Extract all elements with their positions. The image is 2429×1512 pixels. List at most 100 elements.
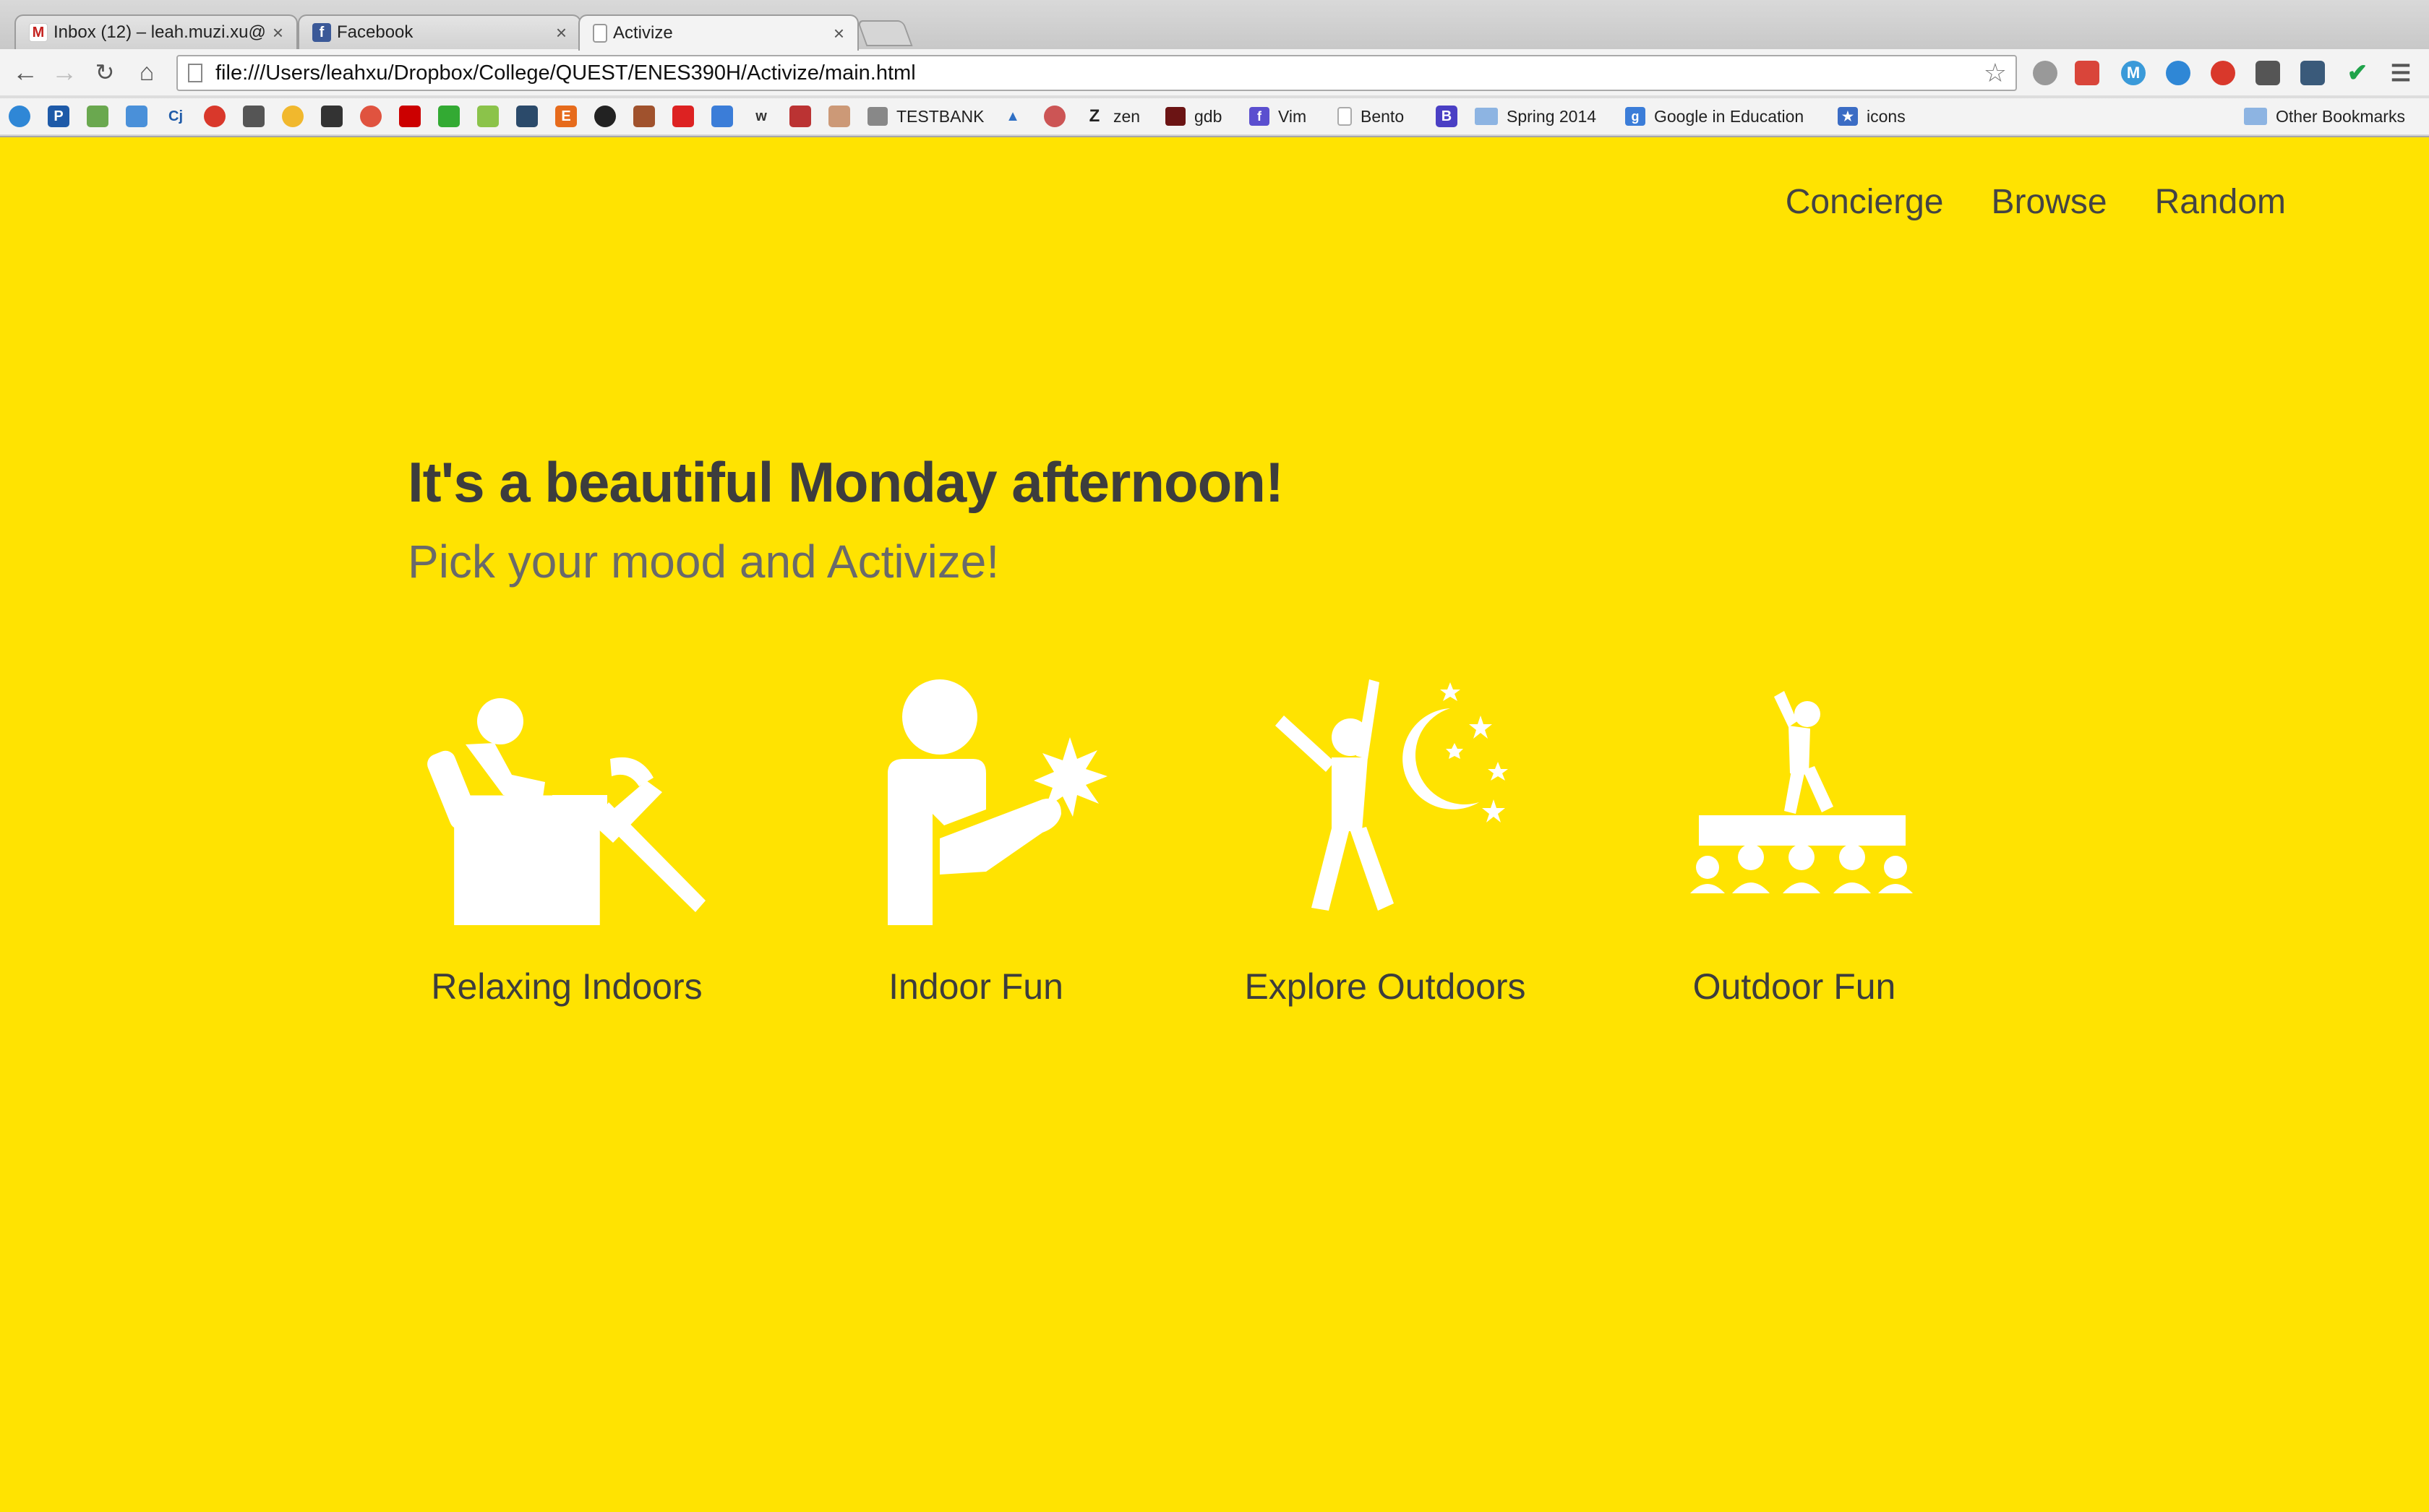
back-icon[interactable]: ← (9, 56, 42, 88)
bookmark-icon[interactable] (594, 106, 616, 127)
bookmark-icon[interactable]: P (48, 106, 69, 127)
nav-concierge-link[interactable]: Concierge (1786, 182, 1944, 222)
bookmark-zen[interactable]: Z zen (1084, 103, 1140, 130)
star-icon[interactable]: ☆ (1984, 58, 2007, 88)
bookmark-icon[interactable] (321, 106, 343, 127)
bookmark-icon[interactable] (126, 106, 147, 127)
bookmark-icon[interactable] (789, 106, 811, 127)
tab-label: Inbox (12) – leah.muzi.xu@ (53, 22, 265, 42)
nav-browse-link[interactable]: Browse (1992, 182, 2107, 222)
page-icon (1337, 107, 1352, 126)
close-icon[interactable]: × (556, 22, 567, 44)
bookmark-icon (868, 107, 888, 126)
mood-label: Explore Outdoors (1244, 966, 1526, 1007)
bookmark-icon[interactable] (1044, 106, 1066, 127)
other-bookmarks-label: Other Bookmarks (2276, 106, 2405, 126)
bookmark-vim[interactable]: f Vim (1249, 103, 1306, 130)
bookmark-label: Bento (1361, 106, 1405, 126)
tab-strip: M Inbox (12) – leah.muzi.xu@ × f Faceboo… (0, 0, 2429, 51)
page-subtitle: Pick your mood and Activize! (408, 536, 1000, 588)
tab-facebook[interactable]: f Facebook × (298, 14, 581, 49)
google-icon: g (1625, 107, 1645, 126)
bookmark-label: Spring 2014 (1507, 106, 1597, 126)
page-icon (188, 64, 202, 82)
recliner-person-icon (427, 698, 706, 925)
pocket-icon[interactable] (2256, 61, 2280, 85)
check-icon[interactable]: ✔ (2345, 59, 2370, 87)
url-text: file:///Users/leahxu/Dropbox/College/QUE… (215, 61, 916, 85)
close-icon[interactable]: × (273, 22, 283, 44)
person-with-burst-icon (888, 679, 1108, 925)
bookmark-icon[interactable] (633, 106, 655, 127)
reload-icon[interactable]: ↻ (88, 56, 121, 88)
bookmark-label: zen (1113, 106, 1141, 126)
bookmark-icon[interactable] (87, 106, 108, 127)
bookmark-gdb[interactable]: gdb (1165, 103, 1222, 130)
facebook-icon: f (312, 23, 331, 42)
bookmark-icon[interactable] (204, 106, 226, 127)
site-nav: Concierge Browse Random (1786, 182, 2286, 222)
bookmarks-bar: P Cj E w TESTBANK ▲ Z zen gdb f Vim Bent… (0, 98, 2429, 134)
tab-inbox[interactable]: M Inbox (12) – leah.muzi.xu@ × (14, 14, 298, 49)
extension-burst-icon[interactable] (2211, 61, 2235, 85)
page-title: It's a beautiful Monday afternoon! (408, 450, 1284, 514)
mood-label: Indoor Fun (888, 966, 1063, 1007)
mood-label: Relaxing Indoors (431, 966, 703, 1007)
gmail-icon: M (29, 23, 48, 42)
home-icon[interactable]: ⌂ (130, 56, 163, 88)
mood-explore-outdoors[interactable]: Explore Outdoors (1233, 665, 1537, 1008)
bookmark-icon[interactable] (282, 106, 304, 127)
bookmark-icon[interactable] (399, 106, 421, 127)
bookmark-icon[interactable] (828, 106, 850, 127)
page-icon (593, 24, 607, 43)
z-icon: Z (1089, 106, 1100, 126)
bookmark-icon[interactable] (438, 106, 460, 127)
bookmark-label: icons (1867, 106, 1906, 126)
bookmark-icon[interactable]: w (750, 106, 772, 127)
extension-m-icon[interactable]: M (2121, 61, 2146, 85)
other-bookmarks[interactable]: Other Bookmarks (2244, 103, 2405, 130)
bookmark-testbank[interactable]: TESTBANK (868, 103, 984, 130)
toolbar: ← → ↻ ⌂ file:///Users/leahxu/Dropbox/Col… (0, 49, 2429, 95)
mood-relaxing-indoors[interactable]: Relaxing Indoors (415, 665, 719, 1008)
bookmark-icon[interactable] (711, 106, 733, 127)
close-icon[interactable]: × (834, 22, 844, 45)
folder-icon (2244, 108, 2267, 125)
bookmark-icon[interactable] (672, 106, 694, 127)
bookmark-icon[interactable] (516, 106, 538, 127)
bookmark-label: Vim (1278, 106, 1307, 126)
bookmark-icons[interactable]: ★ icons (1838, 103, 1906, 130)
mood-outdoor-fun[interactable]: Outdoor Fun (1642, 665, 1946, 1008)
extension-phone-icon[interactable] (2166, 61, 2190, 85)
dancing-moon-stars-icon (1275, 679, 1508, 911)
extension-hand-icon[interactable] (2033, 61, 2057, 85)
extension-square-icon[interactable] (2300, 61, 2325, 85)
forward-icon[interactable]: → (48, 56, 81, 88)
mood-label: Outdoor Fun (1692, 966, 1896, 1007)
new-tab-button[interactable] (857, 20, 913, 46)
menu-icon[interactable]: ☰ (2389, 60, 2413, 86)
bookmark-bento[interactable]: Bento (1337, 103, 1404, 130)
bookmark-icon[interactable] (243, 106, 265, 127)
address-bar[interactable]: file:///Users/leahxu/Dropbox/College/QUE… (176, 55, 2017, 91)
bookmark-label: Google in Education (1654, 106, 1804, 126)
bookmark-icon[interactable]: ▲ (1002, 106, 1024, 127)
bookmark-google-in-education[interactable]: g Google in Education (1625, 103, 1804, 130)
bookmark-icon (1165, 107, 1186, 126)
tab-activize[interactable]: Activize × (578, 14, 859, 51)
bookmark-icon[interactable]: E (555, 106, 577, 127)
bookmark-icon[interactable] (9, 106, 30, 127)
tab-label: Activize (613, 23, 673, 43)
bookmark-icon[interactable] (360, 106, 382, 127)
bookmark-label: TESTBANK (896, 106, 985, 126)
extension-book-icon[interactable] (2075, 61, 2099, 85)
singer-on-stage-icon (1690, 691, 1913, 893)
bookmark-icon[interactable]: Cj (165, 106, 187, 127)
android-icon[interactable] (477, 106, 499, 127)
bookmark-icon: f (1249, 107, 1269, 126)
mood-indoor-fun[interactable]: Indoor Fun (824, 665, 1128, 1008)
folder-icon (1475, 108, 1498, 125)
nav-random-link[interactable]: Random (2155, 182, 2286, 222)
bookmark-icon[interactable]: B (1436, 106, 1457, 127)
bookmark-folder-spring-2014[interactable]: Spring 2014 (1475, 103, 1596, 130)
